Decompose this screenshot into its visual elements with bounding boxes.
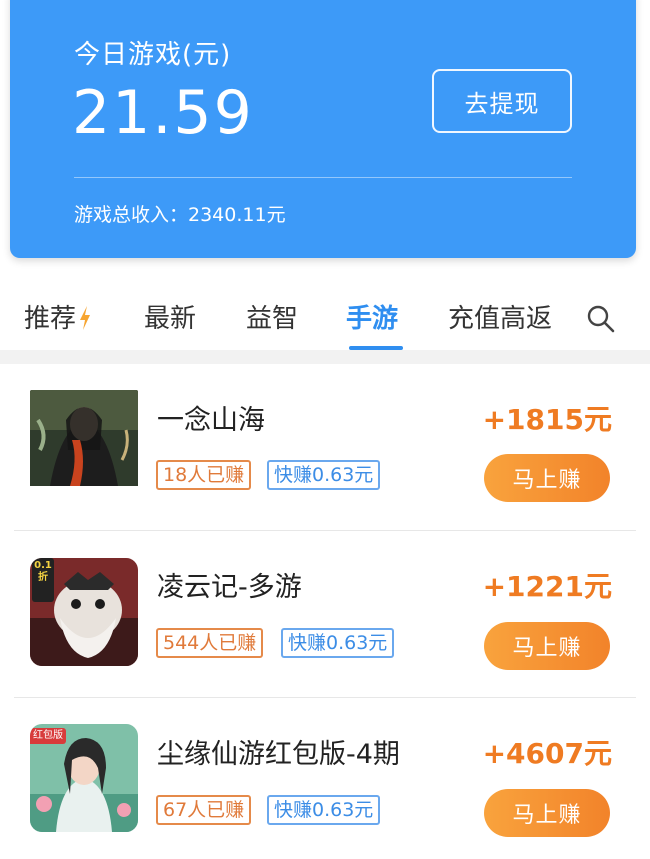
category-tabs: 推荐 最新 益智 手游 充值高返	[0, 288, 650, 350]
game-thumbnail: 0.1折	[30, 558, 138, 666]
withdraw-button[interactable]: 去提现	[432, 69, 572, 133]
game-list-item[interactable]: 0.1折 凌云记-多游 544人已赚 快赚0.63元 +1221元 马上赚	[0, 531, 650, 697]
tab-mobile-games[interactable]: 手游	[346, 298, 398, 335]
game-thumbnail: 红包版	[30, 724, 138, 832]
today-earnings-amount: 21.59	[72, 78, 254, 148]
earned-count-badge: 18人已赚	[156, 460, 252, 490]
search-icon[interactable]	[586, 304, 616, 334]
bolt-icon	[80, 306, 91, 330]
header-divider	[74, 177, 572, 178]
earned-count-badge: 544人已赚	[156, 628, 264, 658]
tab-recharge-rebate[interactable]: 充值高返	[448, 298, 552, 335]
game-list-item[interactable]: 一念山海 18人已赚 快赚0.63元 +1815元 马上赚	[0, 364, 650, 530]
game-list-item[interactable]: 红包版 尘缘仙游红包版-4期 67人已赚 快赚0.63元 +4607元 马上赚	[0, 698, 650, 859]
earn-now-button[interactable]: 马上赚	[484, 789, 610, 837]
earn-now-button[interactable]: 马上赚	[484, 454, 610, 502]
tab-puzzle[interactable]: 益智	[246, 298, 298, 335]
quick-earn-badge: 快赚0.63元	[267, 460, 381, 490]
reward-amount: +4607元	[482, 737, 612, 770]
total-income: 游戏总收入：2340.11元	[74, 204, 286, 226]
section-gap	[0, 350, 650, 364]
tab-recommended[interactable]: 推荐	[24, 298, 92, 335]
reward-amount: +1815元	[482, 403, 612, 436]
thumbnail-tag: 红包版	[30, 728, 66, 744]
quick-earn-badge: 快赚0.63元	[281, 628, 395, 658]
earn-now-button[interactable]: 马上赚	[484, 622, 610, 670]
game-title: 凌云记-多游	[157, 572, 302, 603]
today-earnings-label: 今日游戏(元)	[74, 40, 232, 70]
earned-count-badge: 67人已赚	[156, 795, 252, 825]
page: 今日游戏(元) 21.59 去提现 游戏总收入：2340.11元 推荐 最新 益…	[0, 0, 650, 859]
game-title: 一念山海	[157, 405, 265, 436]
game-art-image	[30, 390, 138, 486]
reward-amount: +1221元	[482, 570, 612, 603]
game-thumbnail	[30, 390, 138, 498]
earnings-card: 今日游戏(元) 21.59 去提现 游戏总收入：2340.11元	[10, 0, 636, 258]
thumbnail-tag: 0.1折	[34, 560, 52, 583]
tab-label: 推荐	[24, 304, 77, 334]
game-title: 尘缘仙游红包版-4期	[157, 739, 400, 770]
quick-earn-badge: 快赚0.63元	[267, 795, 381, 825]
tab-latest[interactable]: 最新	[144, 298, 196, 335]
